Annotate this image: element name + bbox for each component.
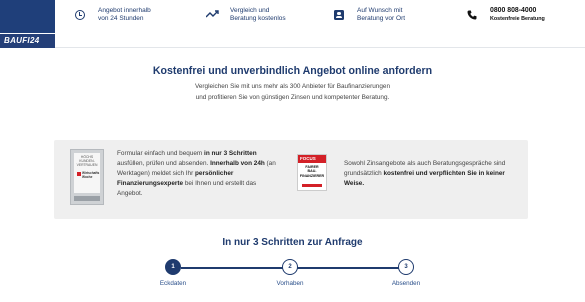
- step-3-label: Absenden: [391, 280, 421, 287]
- subtitle-line2: und profitieren Sie von günstigen Zinsen…: [195, 94, 390, 101]
- phone-icon: [465, 8, 479, 22]
- header-item-line1: Auf Wunsch mit: [357, 7, 403, 14]
- phone-caption: Kostenfreie Beratung: [490, 16, 545, 22]
- header-item-line2: Beratung kostenlos: [230, 15, 286, 22]
- badge2-foot: [302, 184, 322, 187]
- focus-fair-financer-badge: FOCUS FAIRER BAU- FINANZIERER: [297, 154, 327, 191]
- badge1-top-text: HÖCHS KUNDEN-VERTRAUEN: [76, 155, 98, 167]
- header-item-line2: Beratung vor Ort: [357, 15, 406, 22]
- header-item-line1: Angebot innerhalb: [98, 7, 151, 14]
- step-1-label: Eckdaten: [159, 280, 187, 287]
- header-phone[interactable]: 0800 808-4000 Kostenfreie Beratung: [465, 7, 545, 23]
- header-item-line1: Vergleich und: [230, 7, 270, 14]
- header-item-offer-24h: Angebot innerhalb von 24 Stunden: [73, 7, 151, 23]
- step-2-label: Vorhaben: [276, 280, 304, 287]
- badge1-bar: [74, 196, 100, 201]
- header: BAUFI24 Angebot innerhalb von 24 Stunden…: [0, 0, 585, 48]
- logo-text: BAUFI24: [4, 36, 40, 45]
- header-item-line2: von 24 Stunden: [98, 15, 144, 22]
- page-title: Kostenfrei und unverbindlich Angebot onl…: [152, 65, 433, 77]
- step-3-circle[interactable]: 3: [398, 259, 414, 275]
- phone-number[interactable]: 0800 808-4000: [490, 7, 545, 15]
- wiwo-trust-badge: HÖCHS KUNDEN-VERTRAUEN Wirtschafts Woche: [70, 149, 104, 205]
- header-item-free-comparison: Vergleich und Beratung kostenlos: [205, 7, 286, 23]
- badge2-text: FAIRER BAU- FINANZIERER: [299, 165, 325, 178]
- subtitle-line1: Vergleichen Sie mit uns mehr als 300 Anb…: [194, 83, 391, 90]
- info-box: HÖCHS KUNDEN-VERTRAUEN Wirtschafts Woche…: [54, 140, 528, 219]
- badge2-brand: FOCUS: [300, 156, 316, 161]
- badge1-red-mark: [77, 172, 81, 176]
- badge1-brand: Wirtschafts Woche: [82, 171, 100, 179]
- info-text-steps: Formular einfach und bequem in nur 3 Sch…: [117, 150, 276, 197]
- step-connector: [181, 267, 284, 269]
- trend-arrow-icon: [205, 8, 219, 22]
- person-icon: [332, 8, 346, 22]
- clock-icon: [73, 8, 87, 22]
- logo[interactable]: BAUFI24: [0, 0, 55, 48]
- step-2-circle[interactable]: 2: [282, 259, 298, 275]
- steps-title: In nur 3 Schritten zur Anfrage: [222, 237, 363, 248]
- info-text-free: Sowohl Zinsangebote als auch Beratungsge…: [344, 160, 506, 187]
- page-subtitle: Vergleichen Sie mit uns mehr als 300 Anb…: [0, 81, 585, 103]
- header-item-onsite-advice: Auf Wunsch mit Beratung vor Ort: [332, 7, 405, 23]
- step-connector: [297, 267, 399, 269]
- step-1-circle[interactable]: 1: [165, 259, 181, 275]
